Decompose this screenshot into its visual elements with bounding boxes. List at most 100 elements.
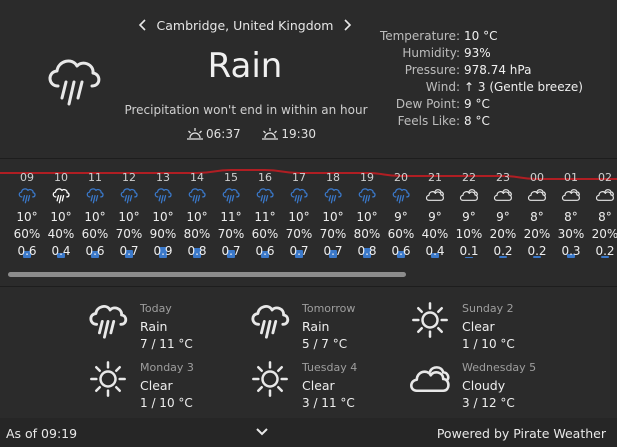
rain-icon xyxy=(153,186,173,204)
hour-temperature: 8° xyxy=(598,210,612,224)
hour-precip-probability: 10% xyxy=(455,227,483,241)
hour-precip-probability: 90% xyxy=(149,227,177,241)
hour-time: 12 xyxy=(122,171,136,184)
rain-icon xyxy=(357,186,377,204)
chevron-right-icon[interactable] xyxy=(336,14,358,36)
hour-temperature: 10° xyxy=(50,210,72,224)
day-name: Today xyxy=(140,302,172,315)
hour-precip-amount: 0.3 xyxy=(561,244,581,258)
hour-precip-amount: 0.7 xyxy=(323,244,343,258)
rain-icon xyxy=(255,186,275,204)
day-condition: Clear xyxy=(140,378,173,393)
hour-time: 14 xyxy=(190,171,204,184)
hour-temperature: 10° xyxy=(186,210,208,224)
sunrise-icon xyxy=(187,128,203,140)
hour-precip-probability: 60% xyxy=(13,227,41,241)
hour-time: 10 xyxy=(54,171,68,184)
sunset: 19:30 xyxy=(261,127,316,141)
sunset-icon xyxy=(262,128,279,140)
detail-humidity: Humidity: 93% xyxy=(376,45,583,62)
rain-icon xyxy=(289,186,309,204)
hour-temperature: 8° xyxy=(530,210,544,224)
day-name: Tomorrow xyxy=(302,302,356,315)
hour-precip-amount: 0.9 xyxy=(153,244,173,258)
hourly-scrollbar[interactable] xyxy=(8,272,609,278)
hour-precip-probability: 20% xyxy=(523,227,551,241)
precipitation-summary: Precipitation won't end in within an hou… xyxy=(124,103,368,117)
hour-precip-probability: 30% xyxy=(557,227,585,241)
hour-column: 17 10° 70% 0.7 xyxy=(282,159,316,263)
detail-label: Humidity: xyxy=(402,46,460,60)
attribution: Powered by Pirate Weather xyxy=(436,426,606,441)
hour-precip-amount: 0.7 xyxy=(119,244,139,258)
hour-precip-probability: 20% xyxy=(591,227,617,241)
rain-icon xyxy=(85,186,105,204)
detail-value: ↑ 3 (Gentle breeze) xyxy=(464,80,583,94)
rain-icon xyxy=(187,186,207,204)
hour-time: 23 xyxy=(496,171,510,184)
hour-time: 13 xyxy=(156,171,170,184)
hour-time: 16 xyxy=(258,171,272,184)
sun-icon xyxy=(86,359,132,399)
hour-precip-probability: 40% xyxy=(421,227,449,241)
chevron-down-icon[interactable] xyxy=(252,423,272,441)
day-forecast: Today Rain 7 / 11 °C xyxy=(86,292,246,352)
hour-time: 11 xyxy=(88,171,102,184)
hour-precip-probability: 20% xyxy=(489,227,517,241)
current-condition: Rain xyxy=(207,46,283,86)
hour-precip-amount: 0.2 xyxy=(595,244,615,258)
day-name: Tuesday 4 xyxy=(302,361,358,374)
rain-icon xyxy=(86,300,132,340)
detail-value: 10 °C xyxy=(464,29,498,43)
day-forecast: Wednesday 5 Cloudy 3 / 12 °C xyxy=(408,351,568,411)
chevron-left-icon[interactable] xyxy=(132,14,154,36)
hour-time: 19 xyxy=(360,171,374,184)
hour-precip-amount: 0.6 xyxy=(391,244,411,258)
detail-label: Temperature: xyxy=(379,29,460,43)
detail-label: Wind: xyxy=(425,80,460,94)
hour-column: 22 9° 10% 0.1 xyxy=(452,159,486,263)
hour-temperature: 8° xyxy=(564,210,578,224)
detail-feels-like: Feels Like: 8 °C xyxy=(376,113,583,130)
details-list: Temperature: 10 °C Humidity: 93% Pressur… xyxy=(376,28,583,130)
hour-time: 01 xyxy=(564,171,578,184)
detail-wind: Wind: ↑ 3 (Gentle breeze) xyxy=(376,79,583,96)
hour-temperature: 10° xyxy=(288,210,310,224)
hour-temperature: 10° xyxy=(152,210,174,224)
day-temperature-range: 7 / 11 °C xyxy=(140,337,193,351)
day-temperature-range: 3 / 12 °C xyxy=(462,396,515,410)
detail-label: Pressure: xyxy=(404,63,460,77)
sunrise: 06:37 xyxy=(186,127,241,141)
hour-precip-amount: 0.8 xyxy=(187,244,207,258)
day-condition: Rain xyxy=(302,319,330,334)
hour-column: 10 10° 40% 0.4 xyxy=(44,159,78,263)
location-nav: Cambridge, United Kingdom xyxy=(132,14,358,36)
day-condition: Cloudy xyxy=(462,378,506,393)
hour-temperature: 10° xyxy=(118,210,140,224)
cloudy-icon xyxy=(408,359,454,399)
hourly-forecast[interactable]: 09 10° 60% 0.6 10 10° 40% 0.4 11 10° 60% 0.6 12 10° 70… xyxy=(0,159,617,286)
detail-dew-point: Dew Point: 9 °C xyxy=(376,96,583,113)
day-temperature-range: 1 / 10 °C xyxy=(140,396,193,410)
day-forecast: Sunday 2 Clear 1 / 10 °C xyxy=(408,292,568,352)
day-name: Sunday 2 xyxy=(462,302,514,315)
rain-icon xyxy=(248,300,294,340)
hour-column: 14 10° 80% 0.8 xyxy=(180,159,214,263)
hour-time: 02 xyxy=(598,171,612,184)
scrollbar-thumb[interactable] xyxy=(8,272,406,277)
hour-precip-probability: 70% xyxy=(319,227,347,241)
sun-icon xyxy=(408,300,454,340)
day-forecast: Tuesday 4 Clear 3 / 11 °C xyxy=(248,351,408,411)
day-temperature-range: 3 / 11 °C xyxy=(302,396,355,410)
hour-column: 02 8° 20% 0.2 xyxy=(588,159,617,263)
hour-column: 19 10° 80% 0.8 xyxy=(350,159,384,263)
location-name: Cambridge, United Kingdom xyxy=(156,17,334,33)
hour-temperature: 10° xyxy=(16,210,38,224)
hour-precip-probability: 60% xyxy=(251,227,279,241)
hour-precip-amount: 0.6 xyxy=(85,244,105,258)
current-conditions-panel: Cambridge, United Kingdom Rain Precipita… xyxy=(0,0,617,158)
daily-forecast: Today Rain 7 / 11 °C Tomorrow Rain 5 / 7 °C Su… xyxy=(0,288,617,416)
rain-icon xyxy=(323,186,343,204)
day-name: Monday 3 xyxy=(140,361,194,374)
hour-time: 22 xyxy=(462,171,476,184)
